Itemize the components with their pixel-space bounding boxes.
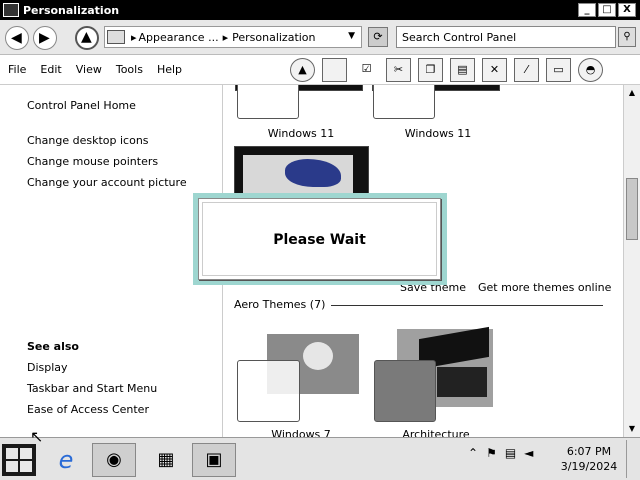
theme-label[interactable]: Architecture <box>371 428 501 437</box>
paste-icon[interactable]: ▤ <box>450 58 475 82</box>
forward-button[interactable]: ▶ <box>33 26 57 50</box>
task-pane: Control Panel Home Change desktop icons … <box>0 85 222 437</box>
windows-logo-icon <box>6 448 18 459</box>
clock-date: 3/19/2024 <box>560 460 618 473</box>
windows-logo-icon <box>20 461 32 472</box>
control-panel-icon <box>107 30 125 44</box>
scroll-up-icon[interactable]: ▲ <box>624 85 640 101</box>
system-tray: ⌃ ⚑ ▤ ◄ <box>468 446 533 460</box>
see-also-heading: See also <box>27 340 79 353</box>
theme-color-swatch <box>374 360 436 422</box>
window-title: Personalization <box>23 3 120 17</box>
delete-icon[interactable]: ✕ <box>482 58 507 82</box>
forward-arrow-icon: ▶ <box>39 30 50 46</box>
media-player-icon[interactable]: ◉ <box>92 443 136 477</box>
volume-muted-icon[interactable]: ◄ <box>524 446 533 460</box>
wallpaper-art <box>437 367 487 397</box>
breadcrumb-separator: ▸ <box>222 30 229 44</box>
show-desktop-button[interactable] <box>626 440 638 478</box>
copy-icon[interactable]: ❐ <box>418 58 443 82</box>
close-button[interactable]: X <box>618 3 636 17</box>
window-icon[interactable]: ▭ <box>546 58 571 82</box>
file-explorer-icon[interactable]: ▦ <box>144 443 188 477</box>
network-icon[interactable]: ▤ <box>505 446 516 460</box>
toolbar-icons: ▲ ☑ ✂ ❐ ▤ ✕ ⁄ ▭ ◓ <box>290 58 603 82</box>
menu-view[interactable]: View <box>76 63 102 76</box>
change-mouse-pointers-link[interactable]: Change mouse pointers <box>27 155 158 168</box>
control-panel-home-link[interactable]: Control Panel Home <box>27 99 136 112</box>
breadcrumb-separator: ▸ <box>131 30 137 44</box>
flag-icon[interactable]: ⚑ <box>486 446 497 460</box>
cut-icon[interactable]: ✂ <box>386 58 411 82</box>
theme-label[interactable]: Windows 11 <box>373 127 503 140</box>
back-arrow-icon: ◀ <box>11 30 22 46</box>
menu-tools[interactable]: Tools <box>116 63 143 76</box>
address-toolbar: ◀ ▶ ▲ ▸ Appearance ... ▸ Personalization… <box>0 20 640 55</box>
shell-icon[interactable]: ◓ <box>578 58 603 82</box>
minimize-button[interactable]: _ <box>578 3 596 17</box>
scroll-thumb[interactable] <box>626 178 638 240</box>
properties-icon[interactable]: ⁄ <box>514 58 539 82</box>
please-wait-dialog: Please Wait <box>198 198 441 280</box>
chevron-down-icon[interactable]: ▼ <box>348 31 355 41</box>
windows-logo-icon <box>20 448 32 459</box>
control-panel-taskbar-icon[interactable]: ▣ <box>192 443 236 477</box>
theme-label[interactable]: Windows 7 <box>236 428 366 437</box>
section-divider <box>323 305 603 306</box>
maximize-button[interactable]: □ <box>598 3 616 17</box>
address-bar[interactable]: ▸ Appearance ... ▸ Personalization ▼ <box>104 26 362 48</box>
breadcrumb-personalization[interactable]: Personalization <box>232 31 315 44</box>
windows-logo-icon <box>6 461 18 472</box>
back-button[interactable]: ◀ <box>5 26 29 50</box>
change-account-picture-link[interactable]: Change your account picture <box>27 176 187 189</box>
start-button[interactable] <box>2 444 36 476</box>
internet-explorer-icon[interactable]: e <box>44 443 88 477</box>
up-button[interactable]: ▲ <box>75 26 99 50</box>
refresh-button[interactable]: ⟳ <box>368 27 388 47</box>
title-bar: Personalization _ □ X <box>0 0 640 20</box>
unsaved-theme-thumbnail[interactable] <box>234 146 369 199</box>
menu-edit[interactable]: Edit <box>40 63 61 76</box>
control-panel-icon <box>3 3 19 17</box>
ease-of-access-link[interactable]: Ease of Access Center <box>27 403 149 416</box>
taskbar-start-menu-link[interactable]: Taskbar and Start Menu <box>27 382 157 395</box>
menu-help[interactable]: Help <box>157 63 182 76</box>
up-arrow-icon: ▲ <box>81 29 92 45</box>
theme-label[interactable]: Windows 11 <box>236 127 366 140</box>
breadcrumb-appearance[interactable]: Appearance ... <box>139 31 219 44</box>
mouse-cursor-icon: ↖ <box>30 427 44 446</box>
dialog-message: Please Wait <box>273 232 366 248</box>
refresh-icon: ⟳ <box>373 30 383 43</box>
aero-themes-heading: Aero Themes (7) <box>234 298 332 311</box>
menu-file[interactable]: File <box>8 63 26 76</box>
up-level-icon[interactable]: ▲ <box>290 58 315 82</box>
wallpaper-art <box>303 342 333 370</box>
theme-color-swatch <box>373 85 435 119</box>
scroll-down-icon[interactable]: ▼ <box>624 421 640 437</box>
theme-color-swatch <box>237 85 299 119</box>
change-desktop-icons-link[interactable]: Change desktop icons <box>27 134 149 147</box>
checkbox-icon[interactable]: ☑ <box>354 58 379 82</box>
vertical-scrollbar[interactable]: ▲ ▼ <box>623 85 640 437</box>
theme-color-swatch <box>237 360 300 422</box>
clock[interactable]: 6:07 PM 3/19/2024 <box>560 444 618 474</box>
get-more-themes-link[interactable]: Get more themes online <box>478 281 611 294</box>
search-input[interactable]: Search Control Panel <box>396 26 616 48</box>
clock-time: 6:07 PM <box>566 445 612 458</box>
display-link[interactable]: Display <box>27 361 68 374</box>
chevron-up-icon[interactable]: ⌃ <box>468 446 478 460</box>
search-icon[interactable]: ⚲ <box>618 27 636 47</box>
blank-page-icon[interactable] <box>322 58 347 82</box>
taskbar: e ◉ ▦ ▣ ⌃ ⚑ ▤ ◄ 6:07 PM 3/19/2024 <box>0 437 640 480</box>
